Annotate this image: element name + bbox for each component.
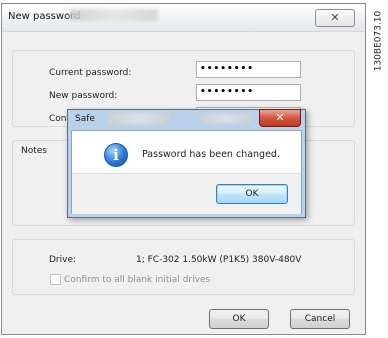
blurred-confirm-field-content	[200, 114, 252, 123]
info-icon: i	[104, 143, 128, 167]
safe-dialog-body: i Password has been changed. OK	[71, 130, 302, 214]
blurred-title-detail	[70, 9, 158, 21]
drive-value: 1; FC-302 1.50kW (P1K5) 380V-480V	[136, 255, 302, 265]
safe-dialog-close-button[interactable]: ✕	[259, 109, 301, 127]
close-button[interactable]: ✕	[315, 9, 355, 27]
dialog-ok-button[interactable]: OK	[216, 184, 288, 204]
close-icon: ✕	[275, 111, 285, 124]
drive-label: Drive:	[49, 255, 77, 265]
drive-group	[12, 239, 355, 295]
figure-code: 130BE073.10	[370, 10, 386, 74]
safe-dialog-footer: OK	[72, 173, 301, 214]
ok-button[interactable]: OK	[209, 309, 269, 329]
figure-code-text: 130BE073.10	[373, 10, 384, 72]
dialog-message: Password has been changed.	[142, 149, 280, 160]
confirm-checkbox-label: Confirm to all blank initial drives	[64, 275, 211, 285]
blurred-dialog-title-detail	[108, 113, 170, 124]
cancel-button[interactable]: Cancel	[290, 309, 350, 329]
current-password-label: Current password:	[49, 68, 132, 78]
safe-dialog-title: Safe	[75, 114, 95, 124]
safe-dialog: Safe ✕ i Password has been changed. OK	[67, 109, 306, 218]
new-password-input[interactable]: ••••••••	[196, 84, 301, 101]
current-password-input[interactable]: ••••••••	[196, 61, 301, 78]
close-icon: ✕	[330, 11, 340, 24]
title-bar[interactable]: New password ✕	[2, 4, 365, 32]
new-password-label: New password:	[49, 91, 118, 101]
confirm-checkbox[interactable]	[50, 274, 61, 285]
notes-label: Notes	[21, 146, 47, 156]
